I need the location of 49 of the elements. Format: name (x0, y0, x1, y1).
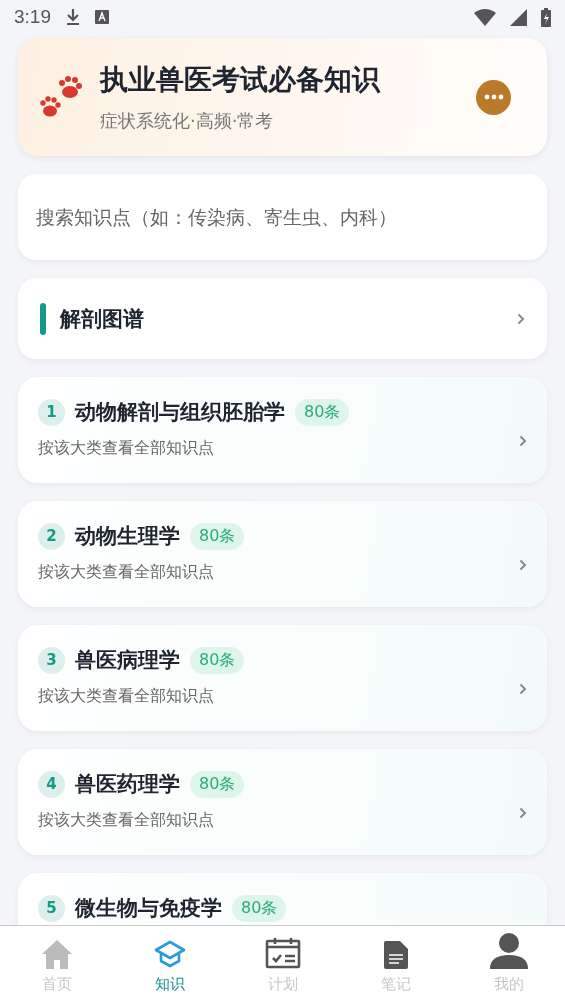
category-title: 动物生理学 (75, 523, 180, 550)
category-title: 动物解剖与组织胚胎学 (75, 399, 285, 426)
download-icon (65, 8, 81, 26)
category-title: 兽医药理学 (75, 771, 180, 798)
index-badge: 2 (38, 522, 65, 550)
category-card[interactable]: 2 动物生理学 80条 按该大类查看全部知识点 (18, 501, 547, 607)
person-icon (489, 933, 528, 969)
category-card[interactable]: 4 兽医药理学 80条 按该大类查看全部知识点 (18, 749, 547, 855)
count-badge: 80条 (190, 646, 245, 674)
wifi-icon (474, 8, 496, 26)
app-title: 执业兽医考试必备知识 (100, 62, 382, 98)
index-badge: 3 (38, 646, 65, 674)
status-time: 3:19 (14, 6, 51, 28)
home-icon (40, 939, 73, 969)
index-badge: 4 (38, 770, 65, 798)
category-card[interactable]: 5 微生物与免疫学 80条 (18, 873, 547, 925)
search-field[interactable]: 搜索知识点（如：传染病、寄生虫、内科） (18, 174, 547, 260)
graduation-cap-icon (153, 939, 186, 969)
count-badge: 80条 (232, 894, 287, 922)
more-button[interactable] (476, 79, 511, 115)
category-subtitle: 按该大类查看全部知识点 (38, 438, 215, 459)
accent-bar (40, 302, 46, 335)
chevron-icon (519, 807, 527, 819)
category-card[interactable]: 1 动物解剖与组织胚胎学 80条 按该大类查看全部知识点 (18, 377, 547, 483)
anatomy-card[interactable]: 解剖图谱 (18, 278, 547, 359)
more-icon (483, 94, 504, 100)
category-subtitle: 按该大类查看全部知识点 (38, 686, 215, 707)
count-badge: 80条 (295, 398, 350, 426)
index-badge: 1 (38, 398, 65, 426)
app-subtitle: 症状系统化·高频·常考 (100, 109, 275, 133)
font-icon (95, 10, 109, 24)
count-badge: 80条 (190, 522, 245, 550)
calendar-icon (264, 937, 301, 969)
index-badge: 5 (38, 894, 65, 922)
chevron-icon (519, 683, 527, 695)
document-icon (383, 941, 408, 969)
category-card[interactable]: 3 兽医病理学 80条 按该大类查看全部知识点 (18, 625, 547, 731)
chevron-icon (519, 435, 527, 447)
chevron-icon (517, 312, 525, 325)
category-title: 微生物与免疫学 (75, 895, 222, 922)
signal-icon (510, 8, 527, 26)
chevron-icon (519, 559, 527, 571)
nav-tab[interactable]: 知识 (113, 926, 226, 1004)
count-badge: 80条 (190, 770, 245, 798)
category-subtitle: 按该大类查看全部知识点 (38, 562, 215, 583)
category-subtitle: 按该大类查看全部知识点 (38, 810, 215, 831)
anatomy-label: 解剖图谱 (60, 305, 144, 333)
battery-icon (541, 7, 551, 27)
category-title: 兽医病理学 (75, 647, 180, 674)
